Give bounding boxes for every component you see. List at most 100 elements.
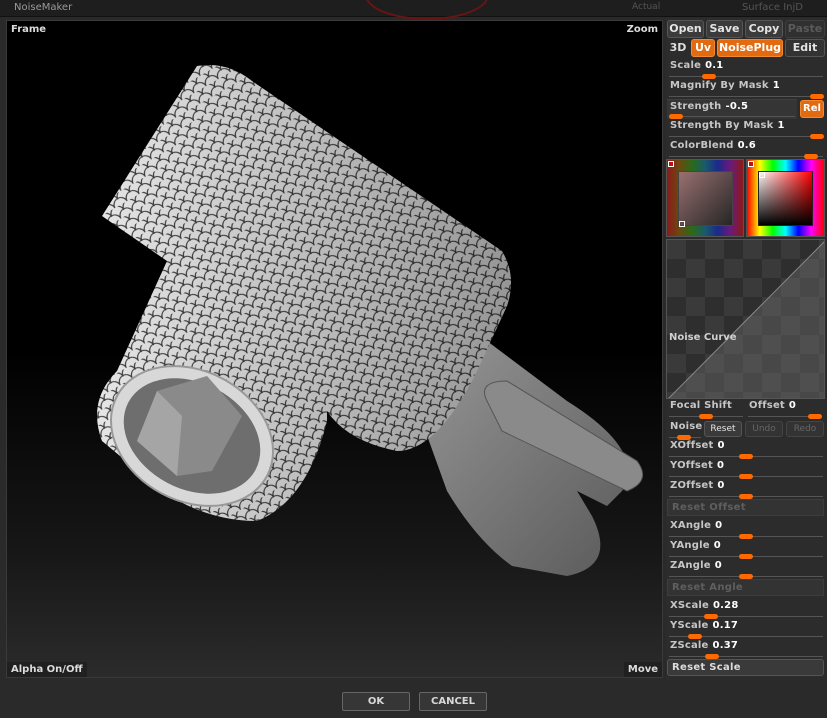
zangle-slider[interactable]: ZAngle 0 xyxy=(667,559,825,579)
xoffset-slider[interactable]: XOffset 0 xyxy=(667,439,825,459)
zscale-label: ZScale xyxy=(670,640,709,651)
slider-track xyxy=(669,76,823,77)
colorblend-label: ColorBlend xyxy=(670,140,734,151)
noise-curve-line xyxy=(668,241,824,398)
offset-label: Offset xyxy=(749,400,785,411)
ok-button[interactable]: OK xyxy=(342,692,410,711)
zoom-button[interactable]: Zoom xyxy=(627,24,658,35)
scale-label: Scale xyxy=(670,60,702,71)
copy-button[interactable]: Copy xyxy=(745,20,783,38)
yscale-label: YScale xyxy=(670,620,709,631)
dialog-button-bar: OK CANCEL xyxy=(0,682,827,718)
slider-track xyxy=(669,96,823,97)
scale-slider[interactable]: Scale 0.1 xyxy=(667,59,825,79)
main-color-marker xyxy=(759,172,765,178)
preview-viewport[interactable]: Frame Zoom Alpha On/Off Move xyxy=(6,20,663,678)
secondary-color-field[interactable] xyxy=(678,171,733,226)
scale-value: 0.1 xyxy=(705,60,724,71)
noise-curve-label: Noise Curve xyxy=(669,332,737,343)
secondary-color-swatch xyxy=(668,161,674,167)
xscale-slider[interactable]: XScale 0.28 xyxy=(667,599,825,619)
xoffset-label: XOffset xyxy=(670,440,714,451)
magnify-slider-handle[interactable] xyxy=(810,94,824,99)
xscale-label: XScale xyxy=(670,600,709,611)
tab-3d[interactable]: 3D xyxy=(667,40,689,57)
redo-button[interactable]: Redo xyxy=(786,421,824,437)
save-button[interactable]: Save xyxy=(706,20,743,38)
offset-slider-handle[interactable] xyxy=(808,414,822,419)
window-title: NoiseMaker xyxy=(14,2,73,13)
yangle-value: 0 xyxy=(713,540,721,551)
zangle-value: 0 xyxy=(714,560,722,571)
yoffset-label: YOffset xyxy=(670,460,714,471)
main-color-field[interactable] xyxy=(758,171,813,226)
focal-shift-label: Focal Shift xyxy=(670,400,732,411)
slider-track xyxy=(669,616,823,617)
yangle-slider[interactable]: YAngle 0 xyxy=(667,539,825,559)
strength-slider[interactable]: Strength -0.5 xyxy=(667,99,797,119)
slider-track xyxy=(669,156,823,157)
magnify-label: Magnify By Mask xyxy=(670,80,769,91)
zscale-value: 0.37 xyxy=(712,640,739,651)
yoffset-value: 0 xyxy=(717,460,725,471)
xangle-slider[interactable]: XAngle 0 xyxy=(667,519,825,539)
colorblend-value: 0.6 xyxy=(737,140,756,151)
noise-label: Noise xyxy=(670,421,703,432)
slider-track xyxy=(669,116,795,117)
mesh-preview xyxy=(97,65,644,576)
tab-uv[interactable]: Uv xyxy=(691,39,715,57)
move-button[interactable]: Move xyxy=(623,662,662,677)
secondary-color-marker xyxy=(679,221,685,227)
frame-button[interactable]: Frame xyxy=(11,24,46,35)
zoffset-value: 0 xyxy=(717,480,725,491)
strength-by-mask-slider[interactable]: Strength By Mask 1 xyxy=(667,119,825,139)
xangle-value: 0 xyxy=(715,520,723,531)
open-button[interactable]: Open xyxy=(667,20,704,38)
zoffset-slider[interactable]: ZOffset 0 xyxy=(667,479,825,499)
secondary-color-picker[interactable] xyxy=(666,159,744,237)
zoffset-label: ZOffset xyxy=(670,480,714,491)
yangle-label: YAngle xyxy=(670,540,710,551)
rel-toggle-button[interactable]: Rel xyxy=(800,100,824,118)
main-color-picker[interactable] xyxy=(746,159,825,237)
xscale-value: 0.28 xyxy=(713,600,739,611)
reset-angle-button[interactable]: Reset Angle xyxy=(667,579,824,596)
strength-value: -0.5 xyxy=(725,101,749,112)
magnify-by-mask-slider[interactable]: Magnify By Mask 1 xyxy=(667,79,825,99)
yscale-value: 0.17 xyxy=(712,620,739,631)
zangle-label: ZAngle xyxy=(670,560,711,571)
yoffset-slider[interactable]: YOffset 0 xyxy=(667,459,825,479)
zscale-slider[interactable]: ZScale 0.37 xyxy=(667,639,825,659)
offset-slider[interactable]: Offset 0 xyxy=(746,399,824,419)
noise-settings-panel: Open Save Copy Paste 3D Uv NoisePlug Edi… xyxy=(666,18,826,680)
xoffset-value: 0 xyxy=(717,440,725,451)
background-actual-label: Actual xyxy=(632,2,661,12)
cancel-button[interactable]: CANCEL xyxy=(419,692,487,711)
xangle-label: XAngle xyxy=(670,520,712,531)
magnify-value: 1 xyxy=(772,80,780,91)
reset-offset-button[interactable]: Reset Offset xyxy=(667,499,824,516)
paste-button[interactable]: Paste xyxy=(785,20,825,38)
main-color-swatch xyxy=(748,161,754,167)
tab-edit[interactable]: Edit xyxy=(785,39,825,57)
background-surface-label: Surface InjD xyxy=(741,2,803,13)
focal-shift-slider-handle[interactable] xyxy=(699,414,713,419)
strength-mask-label: Strength By Mask xyxy=(670,120,774,131)
tab-noiseplug[interactable]: NoisePlug xyxy=(717,39,783,57)
colorblend-slider[interactable]: ColorBlend 0.6 xyxy=(667,139,825,159)
alpha-toggle-button[interactable]: Alpha On/Off xyxy=(7,662,87,677)
focal-shift-slider[interactable]: Focal Shift xyxy=(667,399,745,419)
undo-button[interactable]: Undo xyxy=(745,421,783,437)
noise-toggle[interactable]: Noise xyxy=(667,420,703,440)
slider-track xyxy=(669,136,823,137)
reset-scale-button[interactable]: Reset Scale xyxy=(667,659,824,676)
slider-track xyxy=(669,656,823,657)
reset-curve-button[interactable]: Reset xyxy=(704,421,742,437)
background-ring xyxy=(365,0,489,20)
title-bar: NoiseMaker Actual Surface InjD xyxy=(0,0,827,20)
strength-mask-value: 1 xyxy=(777,120,785,131)
yscale-slider[interactable]: YScale 0.17 xyxy=(667,619,825,639)
noise-curve-editor[interactable]: Noise Curve xyxy=(666,239,825,399)
strength-label: Strength xyxy=(670,101,722,112)
offset-value: 0 xyxy=(788,400,797,411)
